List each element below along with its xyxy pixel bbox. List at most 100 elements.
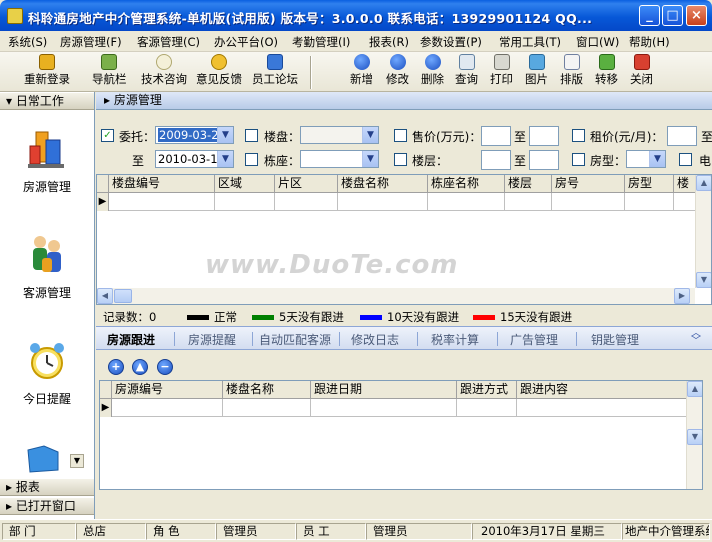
- chevron-down-icon[interactable]: ▼: [362, 151, 378, 167]
- edit-button[interactable]: 修改: [386, 54, 409, 87]
- menu-system[interactable]: 系统(S): [8, 34, 47, 50]
- scroll-down-button[interactable]: ▼: [696, 272, 711, 288]
- tab-followup[interactable]: 房源跟进: [107, 331, 155, 348]
- tab-auto-match[interactable]: 自动匹配客源: [259, 331, 331, 348]
- close-button[interactable]: 关闭: [630, 54, 653, 87]
- scroll-up-button[interactable]: ▲: [687, 381, 702, 397]
- column-header[interactable]: 栋座名称: [428, 175, 505, 193]
- title-bar[interactable]: 科聆通房地产中介管理系统-单机版(试用版) 版本号：3.0.0.0 联系电话：1…: [0, 0, 712, 31]
- block-checkbox[interactable]: [245, 153, 258, 166]
- rent-from-input[interactable]: [667, 126, 697, 146]
- price-checkbox[interactable]: [394, 129, 407, 142]
- column-header[interactable]: 片区: [275, 175, 338, 193]
- entrust-from-date[interactable]: 2009-03-22 ▼: [155, 126, 234, 144]
- column-header[interactable]: 房型: [625, 175, 674, 193]
- column-header[interactable]: 楼盘名称: [223, 381, 311, 399]
- tab-change-log[interactable]: 修改日志: [351, 331, 399, 348]
- chevron-down-icon[interactable]: ▼: [649, 151, 665, 167]
- menu-settings[interactable]: 参数设置(P): [420, 34, 482, 50]
- minimize-button[interactable]: _: [639, 5, 660, 26]
- daily-work-header[interactable]: ▾ 日常工作: [0, 92, 94, 110]
- property-hscrollbar[interactable]: ◀ ▶: [97, 288, 695, 304]
- column-header[interactable]: 楼层: [505, 175, 552, 193]
- property-vscrollbar[interactable]: ▲ ▼: [695, 175, 711, 288]
- column-header[interactable]: 跟进方式: [457, 381, 517, 399]
- menu-office[interactable]: 办公平台(O): [214, 34, 278, 50]
- search-button[interactable]: 查询: [455, 54, 478, 87]
- remove-followup-button[interactable]: −: [157, 359, 173, 375]
- entrust-checkbox[interactable]: ✓: [101, 129, 114, 142]
- move-up-button[interactable]: ▲: [132, 359, 148, 375]
- floor-label: 楼层：: [412, 154, 449, 168]
- menu-attendance[interactable]: 考勤管理(I): [292, 34, 350, 50]
- navigator-button[interactable]: 导航栏: [92, 54, 127, 87]
- scroll-up-button[interactable]: ▲: [696, 175, 711, 191]
- chevron-down-icon[interactable]: ▼: [217, 127, 233, 143]
- menu-help[interactable]: 帮助(H): [629, 34, 670, 50]
- layout-button[interactable]: 排版: [560, 54, 583, 87]
- tech-consult-button[interactable]: 技术咨询: [141, 54, 187, 87]
- legend-label-15days: 15天没有跟进: [500, 310, 573, 324]
- block-select[interactable]: ▼: [300, 150, 379, 168]
- transfer-button[interactable]: 转移: [595, 54, 618, 87]
- chevron-down-icon[interactable]: ▼: [217, 151, 233, 167]
- column-header[interactable]: 跟进日期: [311, 381, 457, 399]
- table-row[interactable]: [109, 193, 697, 211]
- column-header[interactable]: 房源编号: [112, 381, 223, 399]
- column-header[interactable]: 楼: [674, 175, 697, 193]
- scroll-right-button[interactable]: ▶: [674, 288, 690, 304]
- scroll-thumb[interactable]: [114, 289, 132, 303]
- tab-reminder[interactable]: 房源提醒: [188, 331, 236, 348]
- menu-customer[interactable]: 客源管理(C): [137, 34, 200, 50]
- column-header[interactable]: 房号: [552, 175, 625, 193]
- add-followup-button[interactable]: +: [108, 359, 124, 375]
- maximize-button[interactable]: □: [662, 5, 683, 26]
- column-header[interactable]: 区域: [215, 175, 275, 193]
- delete-button[interactable]: 删除: [421, 54, 444, 87]
- collapse-icon[interactable]: ︿ ﹀: [688, 329, 704, 347]
- open-windows-header[interactable]: ▸ 已打开窗口: [0, 497, 94, 515]
- column-header[interactable]: 跟进内容: [517, 381, 688, 399]
- tab-ads[interactable]: 广告管理: [510, 331, 558, 348]
- row-indicator-header: [97, 175, 109, 193]
- floor-from-input[interactable]: [481, 150, 511, 170]
- building-select[interactable]: ▼: [300, 126, 379, 144]
- menu-reports[interactable]: 报表(R): [369, 34, 409, 50]
- nav-item-customer[interactable]: 客源管理: [0, 232, 94, 301]
- roomtype-checkbox[interactable]: [572, 153, 585, 166]
- nav-item-property[interactable]: 房源管理: [0, 126, 94, 195]
- price-from-input[interactable]: [481, 126, 511, 146]
- price-to-input[interactable]: [529, 126, 559, 146]
- table-row[interactable]: [112, 399, 688, 417]
- relogin-button[interactable]: 重新登录: [24, 54, 70, 87]
- menu-window[interactable]: 窗口(W): [576, 34, 619, 50]
- tab-tax-calc[interactable]: 税率计算: [431, 331, 479, 348]
- property-table-header: 楼盘编号 区域 片区 楼盘名称 栋座名称 楼层 房号 房型 楼: [97, 175, 697, 193]
- menu-tools[interactable]: 常用工具(T): [499, 34, 561, 50]
- scroll-down-button[interactable]: ▼: [70, 454, 84, 468]
- close-window-button[interactable]: ×: [686, 5, 707, 26]
- add-button[interactable]: 新增: [350, 54, 373, 87]
- roomtype-select[interactable]: ▼: [626, 150, 666, 168]
- tab-keys[interactable]: 钥匙管理: [591, 331, 639, 348]
- forum-button[interactable]: 员工论坛: [252, 54, 298, 87]
- nav-item-reminder[interactable]: 今日提醒: [0, 338, 94, 407]
- chevron-down-icon[interactable]: ▼: [362, 127, 378, 143]
- column-header[interactable]: 楼盘名称: [338, 175, 428, 193]
- building-checkbox[interactable]: [245, 129, 258, 142]
- forum-icon: [267, 54, 283, 70]
- floor-checkbox[interactable]: [394, 153, 407, 166]
- scroll-down-button[interactable]: ▼: [687, 429, 702, 445]
- reports-header[interactable]: ▸ 报表: [0, 478, 94, 496]
- print-button[interactable]: 打印: [490, 54, 513, 87]
- entrust-to-date[interactable]: 2010-03-17 ▼: [155, 150, 234, 168]
- menu-property[interactable]: 房源管理(F): [60, 34, 122, 50]
- image-button[interactable]: 图片: [525, 54, 548, 87]
- rent-checkbox[interactable]: [572, 129, 585, 142]
- followup-vscrollbar[interactable]: ▲ ▼: [686, 381, 702, 489]
- scroll-left-button[interactable]: ◀: [97, 288, 113, 304]
- floor-to-input[interactable]: [529, 150, 559, 170]
- column-header[interactable]: 楼盘编号: [109, 175, 215, 193]
- feedback-button[interactable]: 意见反馈: [196, 54, 242, 87]
- extra-checkbox[interactable]: [679, 153, 692, 166]
